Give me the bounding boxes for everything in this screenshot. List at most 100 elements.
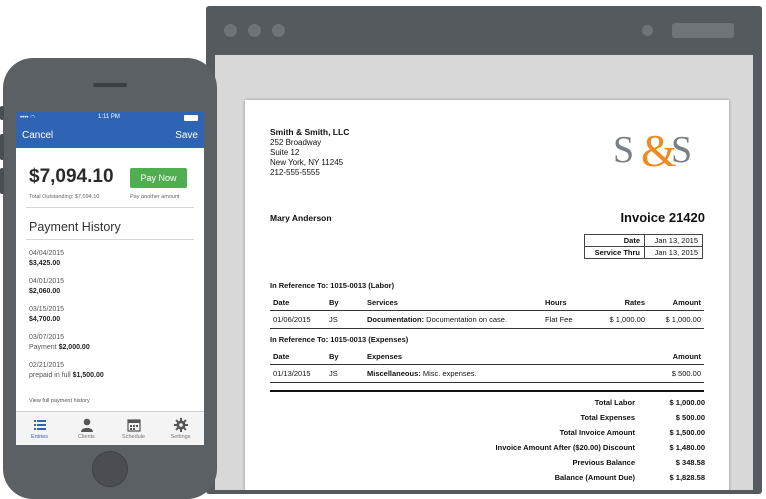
discount-value: $ 1,480.00 bbox=[669, 443, 705, 452]
payment-history-title: Payment History bbox=[29, 220, 121, 234]
divider bbox=[26, 207, 194, 208]
window-zoom-dot[interactable] bbox=[272, 24, 285, 37]
row-amount: $ 1,000.00 bbox=[648, 310, 704, 329]
divider bbox=[26, 239, 194, 240]
payment-prefix: Payment bbox=[29, 344, 59, 351]
view-full-history-link[interactable]: View full payment history bbox=[29, 398, 90, 404]
logo-s-right: S bbox=[671, 129, 692, 171]
company-phone: 212-555-5555 bbox=[270, 168, 320, 177]
nav-bar: Cancel Save bbox=[16, 124, 204, 148]
payment-date: 02/21/2015 bbox=[29, 362, 65, 369]
list-item: 04/04/2015 $3,425.00 bbox=[29, 249, 64, 269]
table-header-row: Date By Expenses Amount bbox=[270, 349, 704, 365]
cancel-button[interactable]: Cancel bbox=[22, 130, 53, 141]
window-close-dot[interactable] bbox=[224, 24, 237, 37]
list-item: 03/07/2015 Payment $2,000.00 bbox=[29, 333, 90, 353]
col-date: Date bbox=[270, 349, 326, 365]
phone-screen: •••• ◠ 1:11 PM Cancel Save $7,094.10 Pay… bbox=[16, 112, 204, 445]
payment-date: 03/07/2015 bbox=[29, 334, 65, 341]
outstanding-amount: $7,094.10 bbox=[29, 166, 114, 187]
company-address-1: 252 Broadway bbox=[270, 138, 322, 147]
gear-icon bbox=[173, 418, 188, 432]
list-item: 03/15/2015 $4,700.00 bbox=[29, 305, 64, 325]
payment-content: $7,094.10 Pay Now Total Outstanding: $7,… bbox=[16, 148, 204, 411]
tab-label: Clients bbox=[78, 434, 95, 440]
person-icon bbox=[80, 418, 93, 432]
toolbar-control[interactable] bbox=[672, 23, 734, 38]
labor-table: Date By Services Hours Rates Amount 01/0… bbox=[270, 295, 704, 329]
totals-divider bbox=[270, 390, 704, 392]
total-labor-value: $ 1,000.00 bbox=[669, 398, 705, 407]
wifi-icon: ◠ bbox=[30, 115, 36, 121]
payment-amount: $4,700.00 bbox=[29, 316, 61, 323]
total-invoice-value: $ 1,500.00 bbox=[669, 428, 705, 437]
window-minimize-dot[interactable] bbox=[248, 24, 261, 37]
company-address-2: Suite 12 bbox=[270, 148, 300, 157]
col-services: Services bbox=[364, 295, 542, 311]
payment-amount: $3,425.00 bbox=[29, 260, 61, 267]
payment-date: 04/01/2015 bbox=[29, 278, 65, 285]
col-amount: Amount bbox=[648, 295, 704, 311]
stage: Smith & Smith, LLC 252 Broadway Suite 12… bbox=[0, 0, 766, 499]
status-bar: •••• ◠ 1:11 PM bbox=[16, 112, 204, 124]
total-expenses-label: Total Expenses bbox=[580, 413, 635, 422]
row-amount: $ 500.00 bbox=[624, 364, 704, 383]
section-heading-labor: In Reference To: 1015-0013 (Labor) bbox=[270, 281, 395, 290]
meta-value: Jan 13, 2015 bbox=[644, 246, 703, 259]
col-amount: Amount bbox=[624, 349, 704, 365]
invoice-title: Invoice 21420 bbox=[620, 210, 705, 225]
tab-label: Schedule bbox=[122, 434, 145, 440]
payment-amount: $2,060.00 bbox=[29, 288, 61, 295]
table-header-row: Date By Services Hours Rates Amount bbox=[270, 295, 704, 311]
previous-balance-label: Previous Balance bbox=[572, 458, 635, 467]
browser-window: Smith & Smith, LLC 252 Broadway Suite 12… bbox=[206, 6, 762, 494]
row-expense: Miscellaneous: Misc. expenses. bbox=[364, 364, 624, 383]
meta-value: Jan 13, 2015 bbox=[644, 234, 703, 247]
row-date: 01/13/2015 bbox=[270, 364, 326, 383]
phone-speaker bbox=[93, 83, 127, 87]
row-service-desc: Documentation on case. bbox=[424, 315, 508, 324]
table-row: 01/13/2015 JS Miscellaneous: Misc. expen… bbox=[270, 364, 704, 383]
mute-switch bbox=[0, 106, 4, 120]
payment-amount: $2,000.00 bbox=[58, 344, 90, 351]
battery-icon bbox=[184, 115, 198, 121]
pay-another-amount-link[interactable]: Pay another amount bbox=[130, 194, 180, 200]
col-hours: Hours bbox=[542, 295, 592, 311]
tab-clients[interactable]: Clients bbox=[63, 412, 110, 445]
tab-entries[interactable]: Entries bbox=[16, 412, 63, 445]
payment-prefix: prepaid in full bbox=[29, 372, 73, 379]
previous-balance-value: $ 348.58 bbox=[675, 458, 705, 467]
balance-due-value: $ 1,828.58 bbox=[669, 473, 705, 482]
col-date: Date bbox=[270, 295, 326, 311]
tab-label: Entries bbox=[30, 434, 49, 440]
table-row: 01/06/2015 JS Documentation: Documentati… bbox=[270, 310, 704, 329]
tab-label: Settings bbox=[170, 434, 191, 440]
discount-label: Invoice Amount After ($20.00) Discount bbox=[495, 443, 635, 452]
status-time: 1:11 PM bbox=[98, 114, 120, 120]
browser-viewport: Smith & Smith, LLC 252 Broadway Suite 12… bbox=[215, 55, 753, 490]
save-button[interactable]: Save bbox=[175, 130, 198, 141]
total-expenses-value: $ 500.00 bbox=[675, 413, 705, 422]
meta-row-date: Date Jan 13, 2015 bbox=[584, 234, 703, 247]
home-button[interactable] bbox=[92, 451, 128, 487]
toolbar-indicator bbox=[642, 25, 653, 36]
row-date: 01/06/2015 bbox=[270, 310, 326, 329]
row-expense-desc: Misc. expenses. bbox=[420, 369, 477, 378]
invoice-document: Smith & Smith, LLC 252 Broadway Suite 12… bbox=[245, 100, 729, 490]
pay-now-button[interactable]: Pay Now bbox=[130, 168, 187, 188]
carrier-signal: •••• ◠ bbox=[20, 114, 35, 121]
tab-settings[interactable]: Settings bbox=[157, 412, 204, 445]
row-service: Documentation: Documentation on case. bbox=[364, 310, 542, 329]
col-expenses: Expenses bbox=[364, 349, 624, 365]
list-item: 04/01/2015 $2,060.00 bbox=[29, 277, 64, 297]
list-item: 02/21/2015 prepaid in full $1,500.00 bbox=[29, 361, 104, 381]
meta-row-service-thru: Service Thru Jan 13, 2015 bbox=[584, 246, 703, 259]
signal-dots: •••• bbox=[20, 115, 31, 121]
list-icon bbox=[33, 420, 46, 430]
payment-date: 04/04/2015 bbox=[29, 250, 65, 257]
volume-up-button bbox=[0, 134, 4, 160]
tab-schedule[interactable]: Schedule bbox=[110, 412, 157, 445]
col-rates: Rates bbox=[592, 295, 648, 311]
row-rate: $ 1,000.00 bbox=[592, 310, 648, 329]
row-by: JS bbox=[326, 364, 364, 383]
